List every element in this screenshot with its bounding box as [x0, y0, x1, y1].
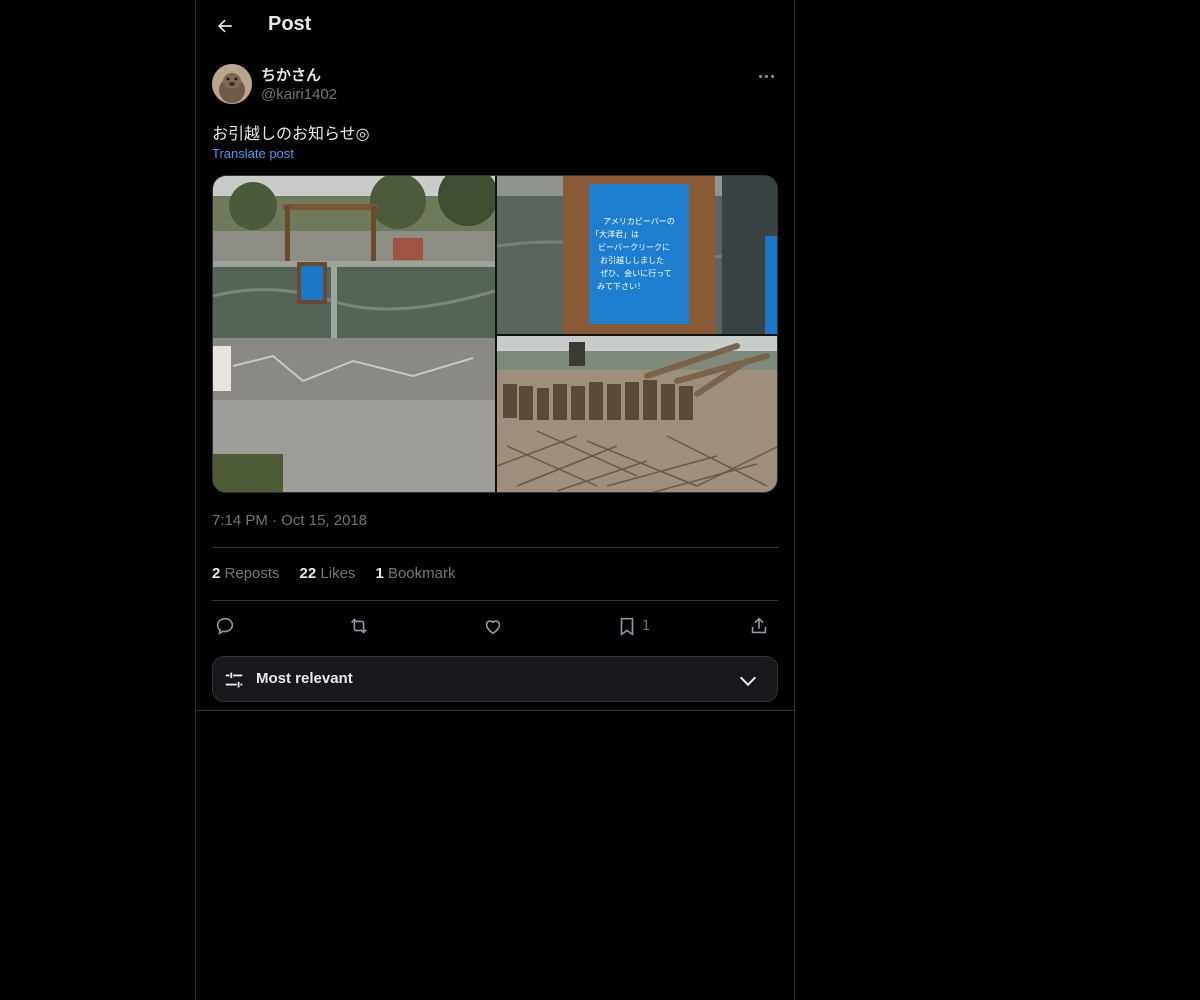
sign-line: アメリカビーバーの: [603, 217, 675, 226]
translate-post-link[interactable]: Translate post: [212, 146, 294, 161]
post-date-link[interactable]: Oct 15, 2018: [281, 512, 367, 529]
likes-count: 22: [299, 565, 317, 582]
sign-line: ぜひ、会いに行って: [600, 268, 672, 278]
sign-line: ビーバークリークに: [598, 243, 670, 252]
post-timestamp: 7:14 PM · Oct 15, 2018: [212, 512, 367, 529]
repost-icon: [351, 618, 367, 634]
more-dot: [764, 74, 768, 78]
user-handle[interactable]: @kairi1402: [261, 84, 337, 106]
sign-line: 「大洋君」は: [591, 229, 639, 239]
date-separator: ·: [272, 512, 278, 529]
more-dot: [770, 74, 774, 78]
reply-icon: [216, 617, 234, 635]
more-options-button[interactable]: [754, 66, 778, 86]
sliders-icon: [225, 672, 243, 688]
share-icon: [751, 617, 767, 634]
bookmarks-stat[interactable]: 1 Bookmark: [375, 565, 455, 582]
reply-sort-dropdown[interactable]: Most relevant: [212, 656, 778, 702]
heart-icon: [485, 620, 501, 635]
display-name[interactable]: ちかさん: [261, 66, 337, 84]
bookmarks-label: Bookmark: [387, 565, 456, 582]
likes-label: Likes: [320, 565, 356, 582]
notice-sign-photo[interactable]: アメリカビーバーの 「大洋君」は ビーバークリークに お引越ししました ぜひ、会…: [497, 176, 777, 334]
sign-line: みて下さい！: [597, 282, 645, 291]
divider: [196, 710, 794, 711]
repost-button[interactable]: [348, 612, 370, 640]
main-column: Post ちかさん @kairi1402 お引越しのお知らせ◎ Translat…: [195, 0, 795, 1000]
bookmark-icon: [620, 617, 634, 636]
empty-beaver-habitat-photo[interactable]: [497, 336, 777, 492]
post-stats: 2 Reposts 22 Likes 1 Bookmark: [212, 565, 455, 582]
page-title: Post: [268, 13, 312, 35]
share-button[interactable]: [748, 612, 770, 640]
post-author: ちかさん @kairi1402: [212, 64, 778, 106]
bookmarks-count: 1: [375, 565, 384, 582]
more-dot: [758, 74, 762, 78]
chevron-down-icon: [739, 676, 757, 687]
header: Post: [196, 0, 794, 54]
action-bar: 1: [212, 612, 778, 640]
reposts-label: Reposts: [224, 565, 280, 582]
reply-button[interactable]: [214, 612, 236, 640]
post-media-grid: アメリカビーバーの 「大洋君」は ビーバークリークに お引越ししました ぜひ、会…: [212, 175, 778, 493]
divider: [212, 600, 778, 601]
post-time-link[interactable]: 7:14 PM: [212, 512, 268, 529]
bookmark-count: 1: [642, 618, 651, 634]
back-button[interactable]: [212, 13, 238, 39]
author-names: ちかさん @kairi1402: [261, 66, 337, 106]
post-text: お引越しのお知らせ◎: [212, 124, 370, 143]
reposts-stat[interactable]: 2 Reposts: [212, 565, 280, 582]
like-button[interactable]: [482, 612, 504, 640]
avatar[interactable]: [212, 64, 252, 104]
likes-stat[interactable]: 22 Likes: [300, 565, 356, 582]
arrow-left-icon: [218, 19, 232, 33]
sign-line: お引越ししました: [600, 255, 664, 265]
reposts-count: 2: [212, 565, 221, 582]
beaver-enclosure-photo[interactable]: [213, 176, 495, 492]
sort-label: Most relevant: [256, 670, 353, 687]
bookmark-button[interactable]: 1: [616, 612, 650, 640]
divider: [212, 547, 778, 548]
